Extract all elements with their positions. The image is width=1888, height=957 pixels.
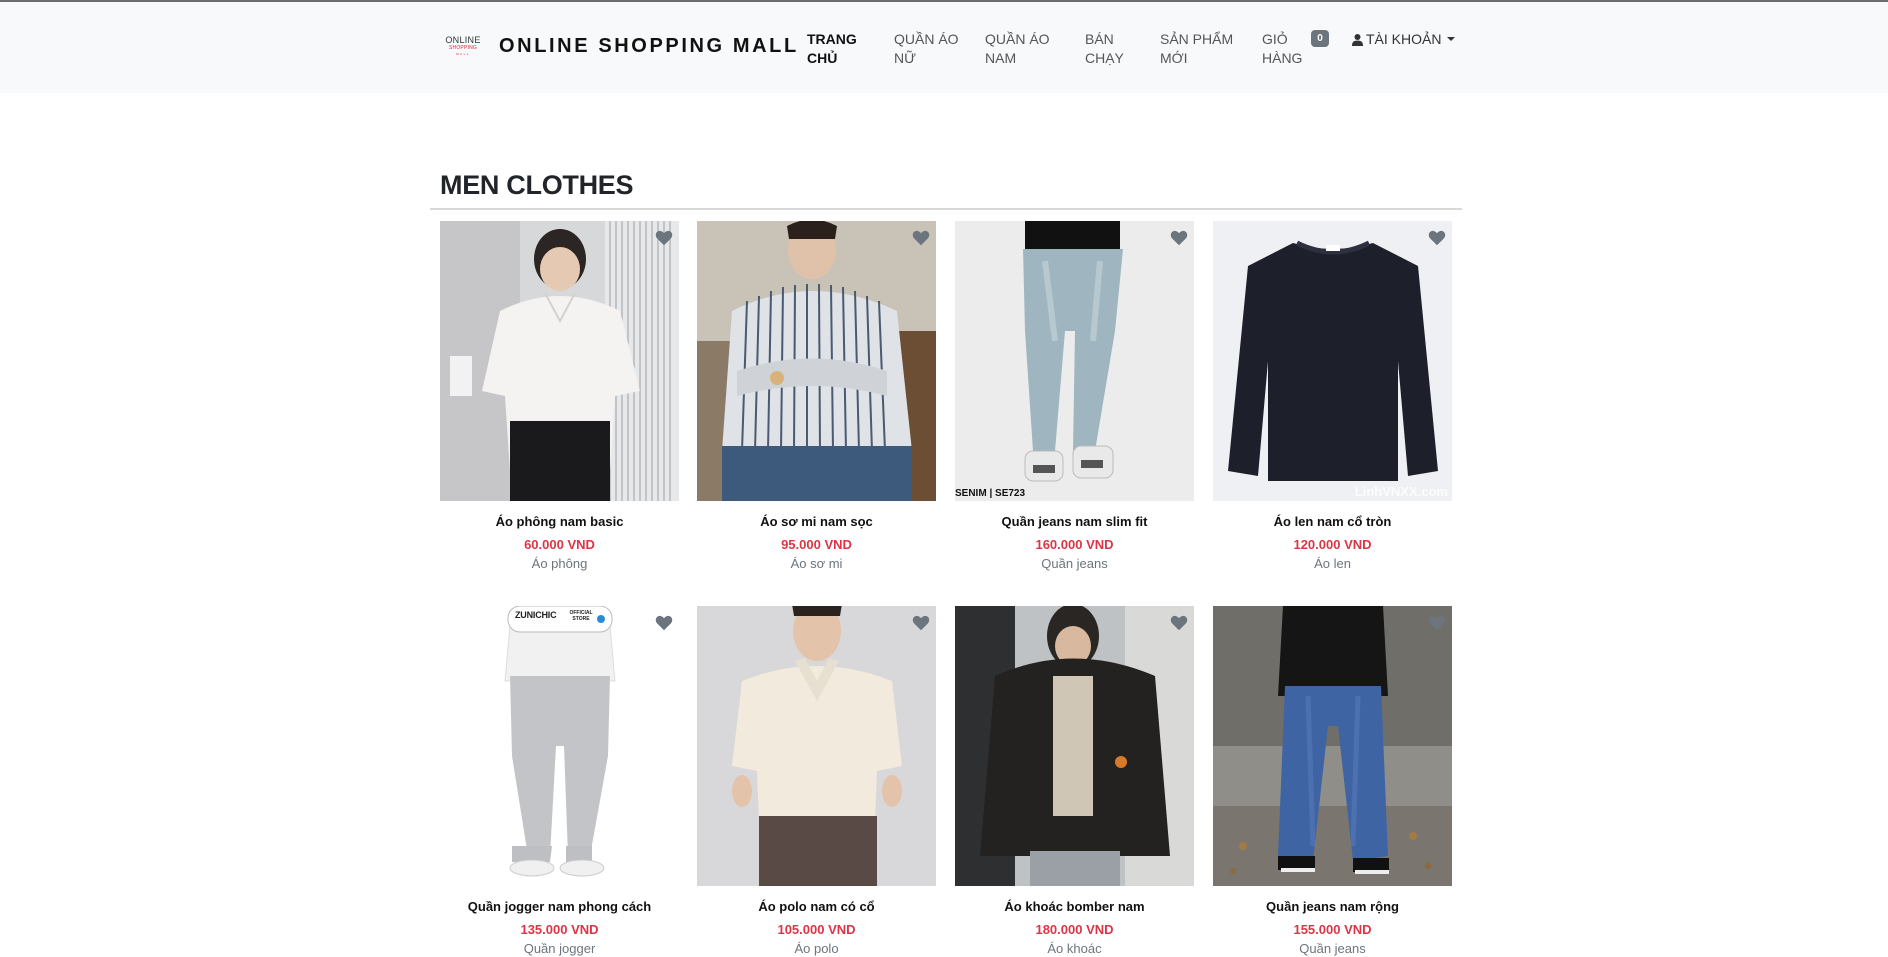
nav-home[interactable]: TRANG CHỦ: [807, 30, 857, 68]
product-category: Áo len: [1314, 556, 1351, 571]
product-name[interactable]: Áo len nam cổ tròn: [1213, 513, 1452, 531]
product-image[interactable]: [697, 221, 936, 501]
section-divider: [430, 208, 1462, 210]
nav-men-line2: NAM: [985, 50, 1017, 66]
store-badge-text: OFFICIAL STORE: [569, 610, 593, 622]
product-name[interactable]: Áo sơ mi nam sọc: [697, 513, 936, 531]
product-image[interactable]: LinhVNXX.com: [1213, 221, 1452, 501]
nav-best-line1: BÁN: [1085, 31, 1114, 47]
product-photo: [440, 221, 679, 501]
section-title: MEN CLOTHES: [440, 170, 634, 200]
nav-home-line2: CHỦ: [807, 50, 838, 66]
product-image[interactable]: SENIM | SE723: [955, 221, 1194, 501]
product-card[interactable]: Áo khoác bomber nam 180.000 VND Áo khoác: [955, 606, 1194, 957]
product-name[interactable]: Áo khoác bomber nam: [955, 898, 1194, 916]
product-image[interactable]: [440, 221, 679, 501]
favorite-heart-icon[interactable]: [1428, 230, 1446, 246]
product-photo: [1213, 606, 1452, 886]
product-name[interactable]: Áo polo nam có cổ: [697, 898, 936, 916]
cart-count-badge: 0: [1311, 30, 1329, 47]
nav-women-clothes[interactable]: QUẦN ÁO NỮ: [894, 30, 959, 68]
logo-line2: SHOPPING: [449, 45, 477, 51]
product-category: Quần jeans: [1041, 556, 1108, 571]
favorite-heart-icon[interactable]: [1170, 615, 1188, 631]
nav-home-line1: TRANG: [807, 31, 857, 47]
nav-best-sellers[interactable]: BÁN CHẠY: [1085, 30, 1124, 68]
favorite-heart-icon[interactable]: [1428, 615, 1446, 631]
favorite-heart-icon[interactable]: [912, 230, 930, 246]
nav-cart-line1: GIỎ: [1262, 31, 1288, 47]
store-logo-text: ZUNICHIC: [515, 610, 557, 620]
product-photo: [1213, 221, 1452, 501]
nav-cart-line2: HÀNG: [1262, 50, 1303, 66]
product-image[interactable]: [697, 606, 936, 886]
nav-men-clothes[interactable]: QUẦN ÁO NAM: [985, 30, 1050, 68]
product-category: Áo sơ mi: [790, 556, 843, 571]
product-category: Áo khoác: [1047, 941, 1102, 956]
nav-new-products[interactable]: SẢN PHẨM MỚI: [1160, 30, 1233, 68]
favorite-heart-icon[interactable]: [655, 615, 673, 631]
product-card[interactable]: Áo sơ mi nam sọc 95.000 VND Áo sơ mi: [697, 221, 936, 572]
navbar: ONLINE SHOPPING MALL ONLINE SHOPPING MAL…: [0, 2, 1888, 93]
product-image[interactable]: [1213, 606, 1452, 886]
product-card[interactable]: ZUNICHIC OFFICIAL STORE Quần jogger nam …: [440, 606, 679, 957]
product-price: 135.000 VND: [520, 922, 599, 937]
account-label: TÀI KHOẢN: [1366, 31, 1442, 47]
product-price: 120.000 VND: [1293, 537, 1372, 552]
caret-down-icon: [1447, 37, 1456, 41]
image-caption: SENIM | SE723: [955, 488, 1026, 499]
favorite-heart-icon[interactable]: [655, 230, 673, 246]
product-price: 180.000 VND: [1035, 922, 1114, 937]
product-price: 155.000 VND: [1293, 922, 1372, 937]
product-card[interactable]: Áo phông nam basic 60.000 VND Áo phông: [440, 221, 679, 572]
account-dropdown[interactable]: TÀI KHOẢN: [1352, 31, 1456, 47]
product-category: Quần jeans: [1299, 941, 1366, 956]
nav-men-line1: QUẦN ÁO: [985, 31, 1050, 47]
product-photo: [697, 221, 936, 501]
product-name[interactable]: Quần jeans nam slim fit: [955, 513, 1194, 531]
product-card[interactable]: Áo polo nam có cổ 105.000 VND Áo polo: [697, 606, 936, 957]
product-card[interactable]: SENIM | SE723 Quần jeans nam slim fit 16…: [955, 221, 1194, 572]
product-photo: [955, 606, 1194, 886]
product-photo: [955, 221, 1194, 501]
product-image[interactable]: ZUNICHIC OFFICIAL STORE: [440, 606, 679, 886]
logo-line1: ONLINE: [445, 35, 481, 45]
favorite-heart-icon[interactable]: [912, 615, 930, 631]
product-category: Áo polo: [794, 941, 839, 956]
nav-new-line2: MỚI: [1160, 50, 1188, 66]
logo-line3: MALL: [456, 52, 470, 56]
nav-cart[interactable]: GIỎ HÀNG: [1262, 30, 1302, 68]
product-category: Quần jogger: [523, 941, 596, 956]
image-watermark: LinhVNXX.com: [1354, 484, 1448, 499]
product-category: Áo phông: [531, 556, 588, 571]
product-price: 160.000 VND: [1035, 537, 1114, 552]
product-price: 105.000 VND: [777, 922, 856, 937]
nav-women-line1: QUẦN ÁO: [894, 31, 959, 47]
product-name[interactable]: Quần jeans nam rộng: [1213, 898, 1452, 916]
nav-new-line1: SẢN PHẨM: [1160, 31, 1234, 47]
product-photo: [697, 606, 936, 886]
nav-women-line2: NỮ: [894, 50, 917, 66]
product-price: 60.000 VND: [524, 537, 595, 552]
product-name[interactable]: Áo phông nam basic: [440, 513, 679, 531]
product-name[interactable]: Quần jogger nam phong cách: [440, 898, 679, 916]
user-icon: [1352, 34, 1363, 46]
brand-name[interactable]: ONLINE SHOPPING MALL: [499, 35, 799, 58]
product-image[interactable]: [955, 606, 1194, 886]
product-card[interactable]: LinhVNXX.com Áo len nam cổ tròn 120.000 …: [1213, 221, 1452, 572]
product-card[interactable]: Quần jeans nam rộng 155.000 VND Quần jea…: [1213, 606, 1452, 957]
brand-logo[interactable]: ONLINE SHOPPING MALL: [442, 35, 484, 63]
nav-best-line2: CHẠY: [1085, 50, 1124, 66]
product-photo: [440, 606, 679, 886]
favorite-heart-icon[interactable]: [1170, 230, 1188, 246]
product-price: 95.000 VND: [781, 537, 852, 552]
